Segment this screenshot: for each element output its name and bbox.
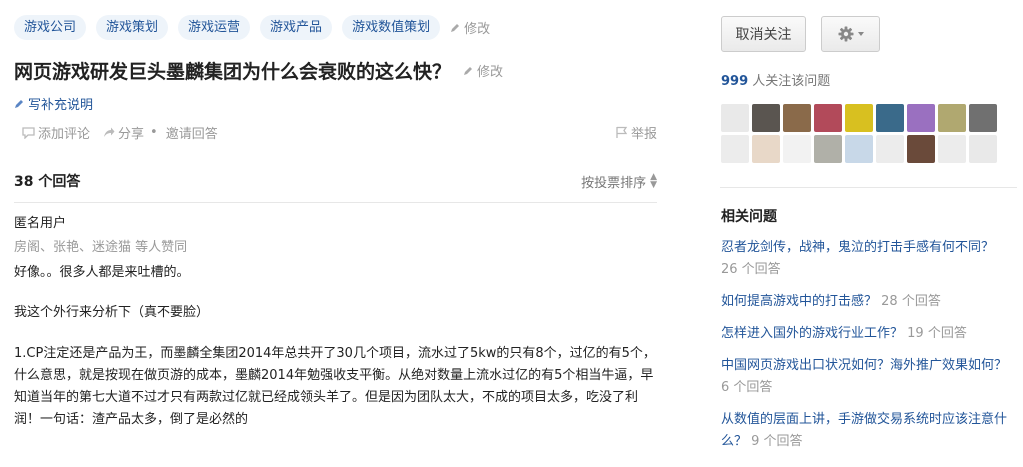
related-questions-title: 相关问题 <box>721 209 777 225</box>
edit-title-label: 修改 <box>477 65 504 80</box>
followers-count[interactable]: 999 人关注该问题 <box>721 70 830 89</box>
share-button[interactable]: 分享 <box>102 123 144 142</box>
topic-tags: 游戏公司 游戏策划 游戏运营 游戏产品 游戏数值策划 修改 <box>14 15 490 40</box>
add-comment-label: 添加评论 <box>38 127 91 142</box>
settings-dropdown-button[interactable] <box>821 16 880 52</box>
report-label: 举报 <box>630 127 657 142</box>
sort-arrows-icon: ▲ ▼ <box>650 172 657 190</box>
pencil-icon <box>15 99 23 108</box>
question-main: 游戏公司 游戏策划 游戏运营 游戏产品 游戏数值策划 修改 网页游戏研发巨头墨麟… <box>14 0 657 467</box>
related-question-item: 从数值的层面上讲，手游做交易系统时应该注意什么？ 9 个回答 <box>721 409 1011 453</box>
avatar[interactable] <box>938 135 966 163</box>
avatar[interactable] <box>845 104 873 132</box>
avatar[interactable] <box>814 135 842 163</box>
separator-dot: • <box>150 125 158 140</box>
gear-icon <box>838 26 853 42</box>
edit-topics-label: 修改 <box>464 22 491 37</box>
avatar[interactable] <box>876 135 904 163</box>
answer-paragraph: 1.CP注定还是产品为王，而墨麟全集团2014年总共开了30几个项目，流水过了5… <box>14 346 656 427</box>
related-answer-count: 19 个回答 <box>907 326 967 341</box>
followers-number: 999 <box>721 74 749 89</box>
related-question-item: 怎样进入国外的游戏行业工作？ 19 个回答 <box>721 323 1011 345</box>
related-question-link[interactable]: 中国网页游戏出口状况如何？海外推广效果如何？ <box>721 358 1007 373</box>
topic-tag[interactable]: 游戏公司 <box>14 15 87 40</box>
related-question-item: 如何提高游戏中的打击感？ 28 个回答 <box>721 291 1011 313</box>
related-answer-count: 26 个回答 <box>721 262 781 277</box>
unfollow-button[interactable]: 取消关注 <box>721 16 806 52</box>
topic-tag[interactable]: 游戏数值策划 <box>342 15 441 40</box>
avatar[interactable] <box>907 135 935 163</box>
answer-paragraph: 我这个外行来分析下（真不要脸） <box>14 305 210 320</box>
sort-by-votes-button[interactable]: 按投票排序 ▲ ▼ <box>581 172 657 191</box>
invite-answer-button[interactable]: 邀请回答 <box>166 123 218 142</box>
share-label: 分享 <box>118 127 145 142</box>
pencil-icon <box>464 66 473 75</box>
avatar[interactable] <box>876 104 904 132</box>
avatar[interactable] <box>969 104 997 132</box>
avatar[interactable] <box>969 135 997 163</box>
related-question-link[interactable]: 怎样进入国外的游戏行业工作？ <box>721 326 903 341</box>
followers-text: 人关注该问题 <box>752 74 831 89</box>
topic-tag[interactable]: 游戏运营 <box>178 15 251 40</box>
related-answer-count: 6 个回答 <box>721 380 773 395</box>
avatar[interactable] <box>721 135 749 163</box>
pencil-icon <box>451 23 460 32</box>
question-title: 网页游戏研发巨头墨麟集团为什么会衰败的这么快？ <box>14 61 452 83</box>
comment-icon <box>22 127 35 139</box>
answer-author: 匿名用户 <box>14 216 67 231</box>
related-question-link[interactable]: 忍者龙剑传，战神，鬼泣的打击手感有何不同？ <box>721 240 994 255</box>
add-description-label: 写补充说明 <box>28 98 94 113</box>
answer-voters[interactable]: 房阁、张艳、迷途猫 等人赞同 <box>14 237 657 259</box>
avatar[interactable] <box>752 135 780 163</box>
add-comment-button[interactable]: 添加评论 <box>22 123 90 142</box>
flag-icon <box>616 126 628 138</box>
avatar[interactable] <box>907 104 935 132</box>
related-questions-list: 忍者龙剑传，战神，鬼泣的打击手感有何不同？ 26 个回答 如何提高游戏中的打击感… <box>721 237 1011 463</box>
avatar[interactable] <box>845 135 873 163</box>
avatar[interactable] <box>783 104 811 132</box>
answer-paragraph: 好像。。很多人都是来吐槽的。 <box>14 265 190 280</box>
related-question-item: 中国网页游戏出口状况如何？海外推广效果如何？ 6 个回答 <box>721 355 1011 399</box>
related-question-item: 忍者龙剑传，战神，鬼泣的打击手感有何不同？ 26 个回答 <box>721 237 1011 281</box>
divider <box>720 187 1017 188</box>
question-actions: 添加评论 分享 • 邀请回答 举报 <box>22 123 657 142</box>
answer-item: 匿名用户 房阁、张艳、迷途猫 等人赞同 好像。。很多人都是来吐槽的。 我这个外行… <box>14 213 657 431</box>
avatar[interactable] <box>721 104 749 132</box>
share-icon <box>104 127 115 137</box>
question-title-row: 网页游戏研发巨头墨麟集团为什么会衰败的这么快？ 修改 <box>14 57 503 84</box>
answers-count: 38 个回答 <box>14 174 81 190</box>
avatar[interactable] <box>783 135 811 163</box>
avatar[interactable] <box>938 104 966 132</box>
avatar[interactable] <box>814 104 842 132</box>
divider <box>14 202 657 203</box>
edit-title-link[interactable]: 修改 <box>463 61 503 80</box>
topic-tag[interactable]: 游戏策划 <box>96 15 169 40</box>
add-description-link[interactable]: 写补充说明 <box>14 94 93 113</box>
related-question-link[interactable]: 如何提高游戏中的打击感？ <box>721 294 877 309</box>
follower-avatars <box>721 104 1001 163</box>
related-answer-count: 28 个回答 <box>881 294 941 309</box>
avatar[interactable] <box>752 104 780 132</box>
topic-tag[interactable]: 游戏产品 <box>260 15 333 40</box>
sort-label: 按投票排序 <box>581 175 647 191</box>
sidebar: 取消关注 999 人关注该问题 相关问题 忍者龙剑传，战神，鬼泣的打击手感有何不… <box>720 0 1017 467</box>
related-answer-count: 9 个回答 <box>751 434 803 449</box>
invite-answer-label: 邀请回答 <box>165 127 218 142</box>
report-button[interactable]: 举报 <box>615 123 657 142</box>
answers-header: 38 个回答 按投票排序 ▲ ▼ <box>14 171 657 191</box>
edit-topics-link[interactable]: 修改 <box>450 18 490 37</box>
chevron-down-icon <box>857 32 864 36</box>
